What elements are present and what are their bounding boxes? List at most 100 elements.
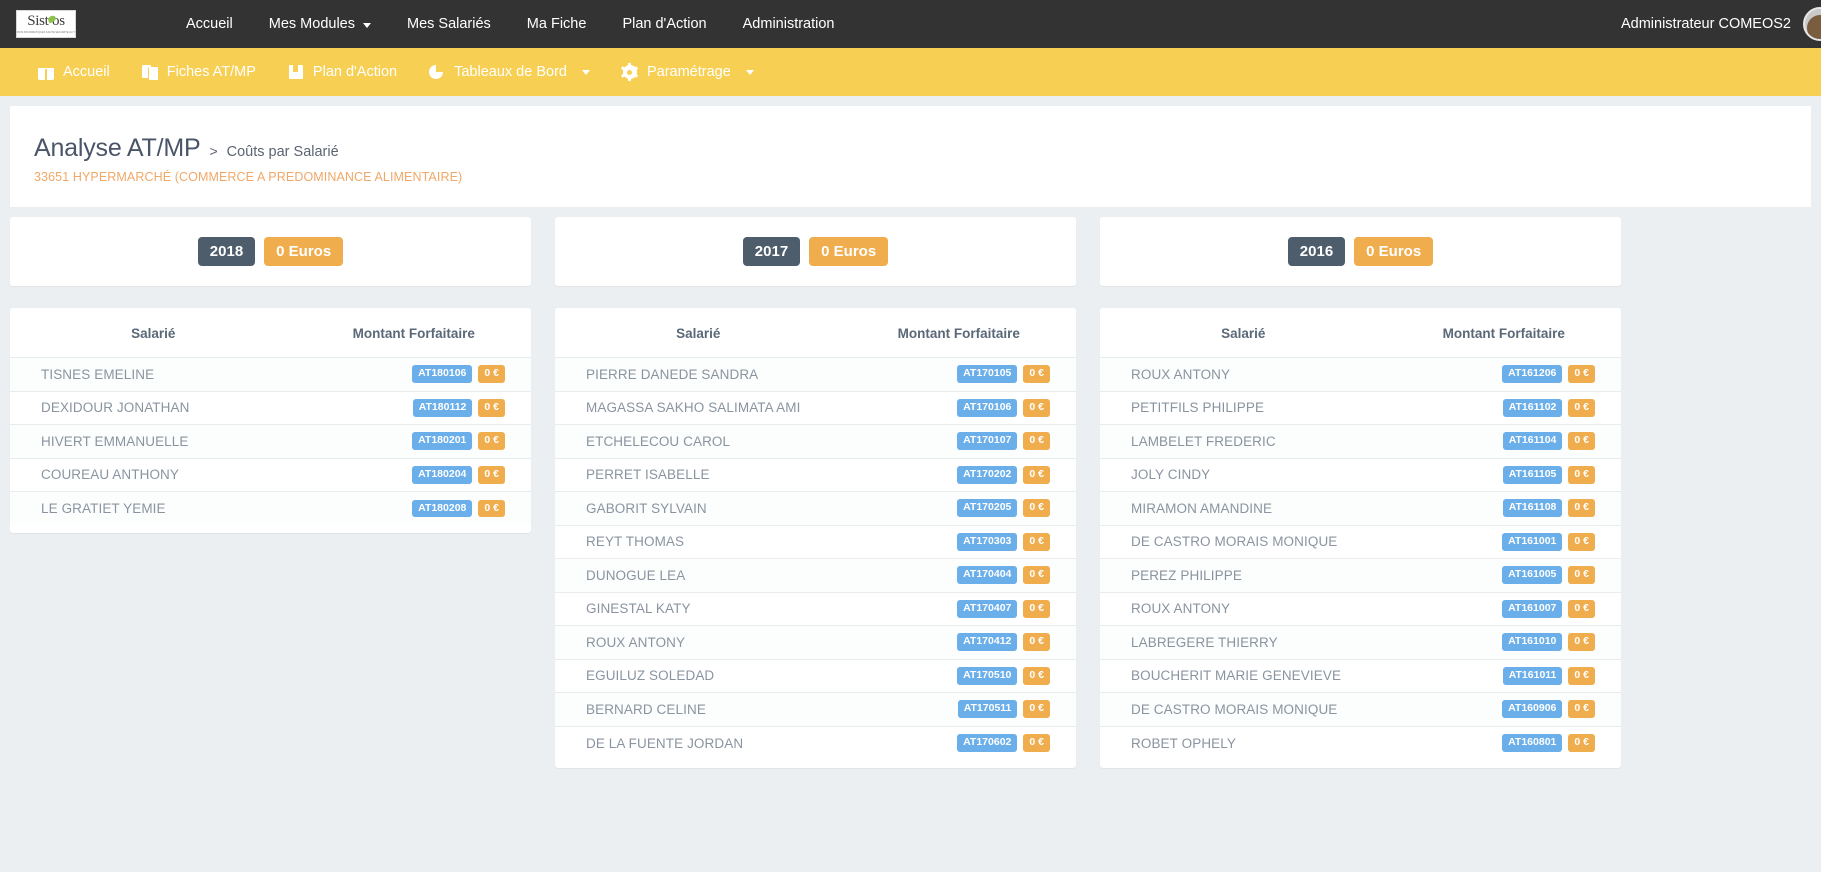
column-header-salarie[interactable]: Salarié [10, 308, 297, 358]
at-ref-badge[interactable]: AT161007 [1502, 599, 1563, 618]
amount-badge[interactable]: 0 € [1568, 566, 1595, 585]
table-row[interactable]: DUNOGUE LEA AT170404 0 € [555, 558, 1076, 592]
at-ref-badge[interactable]: AT180208 [412, 499, 473, 518]
table-row[interactable]: LE GRATIET YEMIE AT180208 0 € [10, 491, 531, 525]
nav-item-mes-modules[interactable]: Mes Modules [251, 0, 389, 48]
at-ref-badge[interactable]: AT180112 [412, 398, 473, 417]
table-row[interactable]: PEREZ PHILIPPE AT161005 0 € [1100, 558, 1621, 592]
table-row[interactable]: DE CASTRO MORAIS MONIQUE AT161001 0 € [1100, 524, 1621, 559]
at-ref-badge[interactable]: AT161102 [1502, 398, 1563, 417]
nav-item-ma-fiche[interactable]: Ma Fiche [509, 0, 605, 48]
amount-badge[interactable]: 0 € [1023, 432, 1050, 451]
at-ref-badge[interactable]: AT170105 [957, 365, 1018, 384]
amount-badge[interactable]: 0 € [1023, 666, 1050, 685]
amount-badge[interactable]: 0 € [1023, 365, 1050, 384]
at-ref-badge[interactable]: AT170202 [957, 465, 1018, 484]
subnav-item-fiches-atmp[interactable]: Fiches AT/MP [126, 48, 272, 96]
amount-badge[interactable]: 0 € [1568, 432, 1595, 451]
table-row[interactable]: PETITFILS PHILIPPE AT161102 0 € [1100, 390, 1621, 425]
subnav-item-plan-daction[interactable]: Plan d'Action [272, 48, 413, 96]
at-ref-badge[interactable]: AT180204 [412, 465, 473, 484]
at-ref-badge[interactable]: AT160906 [1502, 700, 1563, 719]
at-ref-badge[interactable]: AT161011 [1502, 666, 1563, 685]
at-ref-badge[interactable]: AT170511 [957, 700, 1018, 719]
amount-badge[interactable]: 0 € [478, 499, 505, 518]
table-row[interactable]: BOUCHERIT MARIE GENEVIEVE AT161011 0 € [1100, 658, 1621, 693]
amount-badge[interactable]: 0 € [1023, 499, 1050, 518]
year-badge[interactable]: 2018 [197, 237, 256, 266]
at-ref-badge[interactable]: AT161206 [1502, 365, 1563, 384]
avatar[interactable] [1803, 7, 1821, 41]
amount-badge[interactable]: 0 € [1568, 499, 1595, 518]
table-row[interactable]: DE CASTRO MORAIS MONIQUE AT160906 0 € [1100, 692, 1621, 726]
at-ref-badge[interactable]: AT161001 [1502, 532, 1563, 551]
at-ref-badge[interactable]: AT170106 [957, 398, 1018, 417]
at-ref-badge[interactable]: AT170510 [957, 666, 1018, 685]
column-header-montant[interactable]: Montant Forfaitaire [1386, 308, 1621, 358]
column-header-salarie[interactable]: Salarié [1100, 308, 1387, 358]
table-row[interactable]: ROUX ANTONY AT161206 0 € [1100, 357, 1621, 391]
at-ref-badge[interactable]: AT161104 [1502, 432, 1563, 451]
at-ref-badge[interactable]: AT161010 [1502, 633, 1563, 652]
table-row[interactable]: LAMBELET FREDERIC AT161104 0 € [1100, 424, 1621, 458]
at-ref-badge[interactable]: AT170107 [957, 432, 1018, 451]
nav-item-mes-salaries[interactable]: Mes Salariés [389, 0, 509, 48]
amount-badge[interactable]: 0 € [1568, 633, 1595, 652]
amount-badge[interactable]: 0 € [1568, 666, 1595, 685]
amount-badge[interactable]: 0 € [1023, 566, 1050, 585]
table-row[interactable]: PERRET ISABELLE AT170202 0 € [555, 457, 1076, 492]
table-row[interactable]: MIRAMON AMANDINE AT161108 0 € [1100, 491, 1621, 525]
at-ref-badge[interactable]: AT161005 [1502, 566, 1563, 585]
table-row[interactable]: BERNARD CELINE AT170511 0 € [555, 692, 1076, 726]
table-row[interactable]: ROUX ANTONY AT170412 0 € [555, 625, 1076, 659]
amount-badge[interactable]: 0 € [478, 432, 505, 451]
total-euros-badge[interactable]: 0 Euros [1354, 237, 1434, 266]
table-row[interactable]: DEXIDOUR JONATHAN AT180112 0 € [10, 390, 531, 425]
amount-badge[interactable]: 0 € [1023, 532, 1050, 551]
amount-badge[interactable]: 0 € [478, 365, 505, 384]
table-row[interactable]: TISNES EMELINE AT180106 0 € [10, 357, 531, 391]
nav-item-accueil[interactable]: Accueil [168, 0, 251, 48]
amount-badge[interactable]: 0 € [1023, 398, 1050, 417]
table-row[interactable]: REYT THOMAS AT170303 0 € [555, 524, 1076, 559]
nav-item-plan-daction[interactable]: Plan d'Action [604, 0, 724, 48]
column-header-montant[interactable]: Montant Forfaitaire [841, 308, 1076, 358]
subnav-item-tableaux-de-bord[interactable]: Tableaux de Bord [413, 48, 606, 96]
amount-badge[interactable]: 0 € [1568, 465, 1595, 484]
at-ref-badge[interactable]: AT170412 [957, 633, 1018, 652]
nav-item-administration[interactable]: Administration [725, 0, 853, 48]
amount-badge[interactable]: 0 € [1568, 532, 1595, 551]
subnav-item-accueil[interactable]: Accueil [22, 48, 126, 96]
amount-badge[interactable]: 0 € [1023, 465, 1050, 484]
table-row[interactable]: GABORIT SYLVAIN AT170205 0 € [555, 491, 1076, 525]
at-ref-badge[interactable]: AT160801 [1502, 734, 1563, 752]
table-row[interactable]: COUREAU ANTHONY AT180204 0 € [10, 457, 531, 492]
amount-badge[interactable]: 0 € [1023, 700, 1050, 719]
table-row[interactable]: ETCHELECOU CAROL AT170107 0 € [555, 424, 1076, 458]
at-ref-badge[interactable]: AT170407 [957, 599, 1018, 618]
amount-badge[interactable]: 0 € [1023, 599, 1050, 618]
amount-badge[interactable]: 0 € [1023, 633, 1050, 652]
at-ref-badge[interactable]: AT170303 [957, 532, 1018, 551]
total-euros-badge[interactable]: 0 Euros [264, 237, 344, 266]
logo-sisteos[interactable]: Sist os SOLUTIONS INFORMATIQUES SANTE SE… [16, 10, 76, 38]
year-badge[interactable]: 2017 [742, 237, 801, 266]
amount-badge[interactable]: 0 € [1568, 599, 1595, 618]
at-ref-badge[interactable]: AT180201 [412, 432, 473, 451]
amount-badge[interactable]: 0 € [478, 398, 505, 417]
table-row[interactable]: PIERRE DANEDE SANDRA AT170105 0 € [555, 357, 1076, 391]
amount-badge[interactable]: 0 € [1023, 734, 1050, 752]
column-header-montant[interactable]: Montant Forfaitaire [296, 308, 531, 358]
amount-badge[interactable]: 0 € [1568, 734, 1595, 752]
subnav-item-parametrage[interactable]: Paramétrage [606, 48, 770, 96]
table-row[interactable]: JOLY CINDY AT161105 0 € [1100, 457, 1621, 492]
at-ref-badge[interactable]: AT170602 [957, 734, 1018, 752]
at-ref-badge[interactable]: AT161105 [1502, 465, 1563, 484]
table-row[interactable]: DE LA FUENTE JORDAN AT170602 0 € [555, 725, 1076, 760]
table-row[interactable]: MAGASSA SAKHO SALIMATA AMI AT170106 0 € [555, 390, 1076, 425]
amount-badge[interactable]: 0 € [1568, 365, 1595, 384]
table-row[interactable]: ROUX ANTONY AT161007 0 € [1100, 591, 1621, 626]
at-ref-badge[interactable]: AT170404 [957, 566, 1018, 585]
table-row[interactable]: LABREGERE THIERRY AT161010 0 € [1100, 625, 1621, 659]
column-header-salarie[interactable]: Salarié [555, 308, 842, 358]
